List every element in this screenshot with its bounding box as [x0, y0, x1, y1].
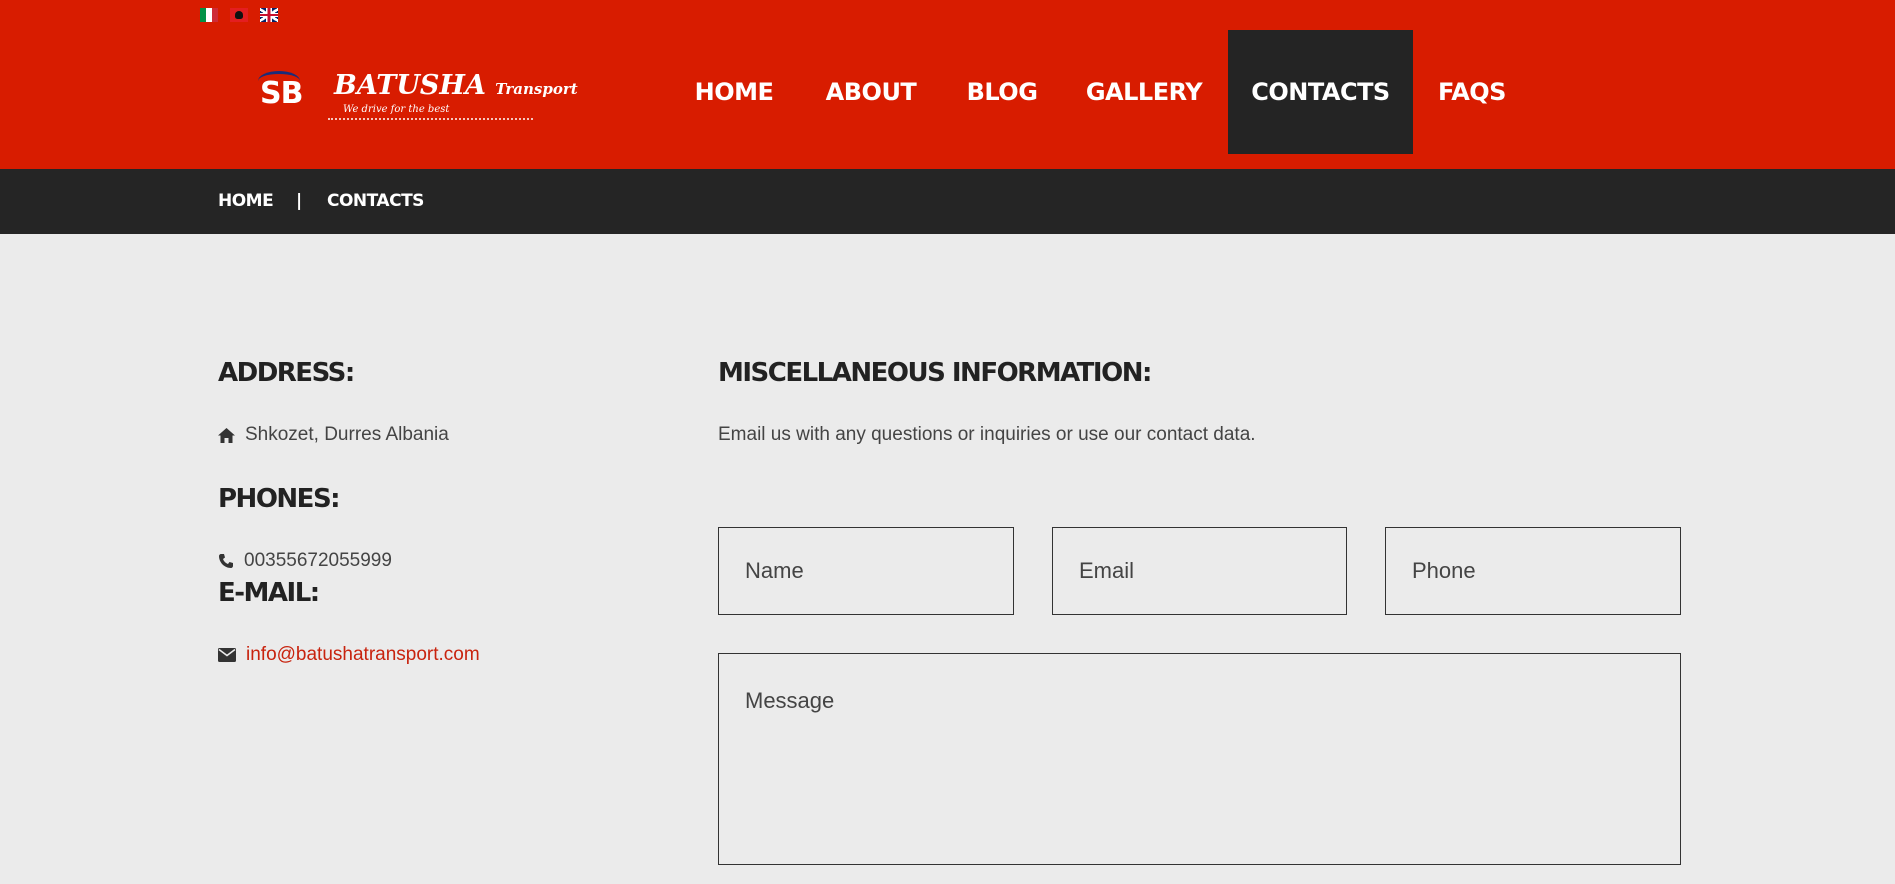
envelope-icon: [218, 648, 236, 662]
email-link[interactable]: info@batushatransport.com: [246, 644, 480, 666]
albanian-flag-icon[interactable]: [230, 8, 248, 22]
address-heading: ADDRESS:: [218, 358, 355, 388]
phones-heading: PHONES:: [218, 484, 341, 514]
language-switcher: [200, 8, 278, 22]
phone-input[interactable]: [1385, 527, 1681, 615]
nav-item-contacts[interactable]: CONTACTS: [1228, 30, 1413, 154]
nav-item-about[interactable]: ABOUT: [798, 30, 944, 154]
breadcrumb-home[interactable]: HOME: [218, 169, 274, 234]
phone-icon: [219, 554, 233, 568]
site-header: SB BATUSHA Transport We drive for the be…: [0, 0, 1895, 169]
english-flag-icon[interactable]: [260, 8, 278, 22]
italian-flag-icon[interactable]: [200, 8, 218, 22]
email-heading: E-MAIL:: [218, 578, 320, 608]
nav-item-blog[interactable]: BLOG: [944, 30, 1060, 154]
email-line: info@batushatransport.com: [218, 644, 480, 666]
breadcrumb: HOME | CONTACTS: [0, 169, 1895, 234]
logo-name: BATUSHA Transport: [334, 70, 578, 101]
nav-item-faqs[interactable]: FAQS: [1413, 30, 1531, 154]
address-text: Shkozet, Durres Albania: [245, 424, 449, 445]
address-line: Shkozet, Durres Albania: [218, 424, 449, 446]
home-icon: [218, 427, 235, 443]
name-input[interactable]: [718, 527, 1014, 615]
email-input[interactable]: [1052, 527, 1347, 615]
phone-text: 00355672055999: [244, 550, 392, 571]
misc-description: Email us with any questions or inquiries…: [718, 424, 1256, 445]
logo-mark: SB: [260, 76, 303, 111]
nav-item-gallery[interactable]: GALLERY: [1060, 30, 1228, 154]
message-textarea[interactable]: [718, 653, 1681, 865]
misc-heading: MISCELLANEOUS INFORMATION:: [718, 358, 1152, 388]
logo-fineprint: [328, 118, 533, 120]
phone-line: 00355672055999: [218, 550, 392, 572]
breadcrumb-current: CONTACTS: [327, 191, 424, 211]
breadcrumb-separator: |: [296, 191, 302, 211]
logo-tagline: We drive for the best: [343, 104, 450, 115]
site-logo[interactable]: SB BATUSHA Transport We drive for the be…: [258, 68, 578, 128]
nav-item-home[interactable]: HOME: [670, 30, 798, 154]
